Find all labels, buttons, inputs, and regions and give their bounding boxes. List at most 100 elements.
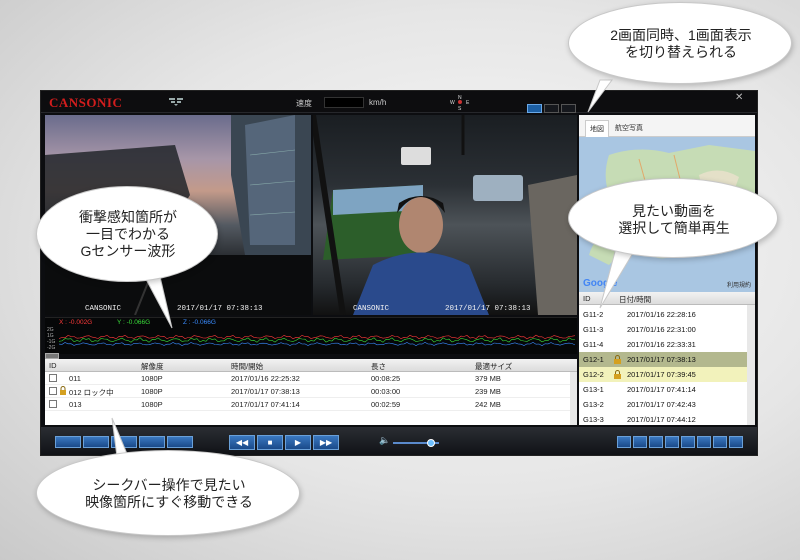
lock-icon [614,370,621,379]
tab-map[interactable]: 地図 [585,120,609,137]
trip-col-time[interactable]: 日付/時間 [619,294,651,305]
speed-label: 速度 [296,99,312,108]
snapshot-button[interactable] [83,436,109,448]
tool-button-1[interactable] [111,436,137,448]
trip-id: G11-4 [583,340,604,349]
rear-camera-scene [313,115,577,315]
tool-button-3[interactable] [167,436,193,448]
close-icon[interactable]: ✕ [735,92,743,103]
gear-icon[interactable] [729,436,743,448]
trip-id: G13-2 [583,400,604,409]
trip-time: 2017/01/17 07:41:14 [627,385,696,394]
compass-s: S [458,106,462,111]
cell-res: 1080P [141,400,163,409]
trip-col-id[interactable]: ID [583,294,591,303]
trip-row[interactable]: G13-3 2017/01/17 07:44:12 [579,412,747,427]
cell-id: 011 [69,374,81,383]
open-folder-button[interactable] [55,436,81,448]
settings-tool-7[interactable] [713,436,727,448]
file-list-header: ID 解像度 時間/開始 長さ 最適サイズ [45,359,577,372]
col-id[interactable]: ID [49,361,57,370]
trip-id: G11-2 [583,310,604,319]
trip-row[interactable]: G12-2 2017/01/17 07:39:45 [579,367,747,382]
title-bar: CANSONIC 速度 km/h N W E S ✕ [41,91,757,113]
cell-size: 242 MB [475,400,501,409]
trip-id: G13-1 [583,385,604,394]
rewind-button[interactable]: ◀◀ [229,435,255,450]
col-start[interactable]: 時間/開始 [231,361,263,372]
google-logo: Google [583,278,617,289]
cell-id: 012 ロック中 [69,388,114,397]
table-row[interactable]: 012 ロック中 1080P 2017/01/17 07:38:13 00:03:00… [45,385,570,398]
tab-satellite[interactable]: 航空写真 [611,120,647,136]
callout-view-switch-text: 2画面同時、1画面表示 を切り替えられる [610,27,752,60]
trip-list: ID 日付/時間 G11-2 2017/01/16 22:28:16 G11-3 20… [579,292,755,425]
g-sensor-waveform[interactable]: X : -0.002G Y : -0.066G Z : -0.066G 2G 1… [45,317,577,354]
row-checkbox[interactable] [49,374,57,382]
file-list-scrollbar[interactable] [570,372,577,425]
play-button[interactable]: ▶ [285,435,311,450]
trip-row[interactable]: G11-4 2017/01/16 22:33:31 [579,337,747,352]
wings-icon [169,98,183,106]
waveform-plot [59,334,575,346]
row-checkbox[interactable] [49,387,57,395]
trip-row[interactable]: G13-1 2017/01/17 07:41:14 [579,382,747,397]
col-size[interactable]: 最適サイズ [475,361,512,372]
speed-display [324,97,364,108]
trip-time: 2017/01/17 07:39:45 [627,370,696,379]
callout-seek-bar: シークバー操作で見たい 映像箇所にすぐ移動できる [36,450,300,536]
settings-tool-4[interactable] [665,436,679,448]
dual-view-button[interactable] [527,104,542,113]
table-row[interactable]: 011 1080P 2017/01/16 22:25:32 00:08:25 379 M… [45,372,570,385]
file-list: ID 解像度 時間/開始 長さ 最適サイズ 011 1080P 2017/01/16… [45,359,577,425]
col-length[interactable]: 長さ [371,361,386,372]
compass-e: E [466,100,470,106]
compass-w: W [450,100,455,106]
settings-tool-6[interactable] [697,436,711,448]
cell-length: 00:03:00 [371,387,401,396]
google-logo-text: Google [583,278,618,289]
cell-res: 1080P [141,387,163,396]
front-caption-time: 2017/01/17 07:38:13 [177,305,263,313]
table-row[interactable]: 013 1080P 2017/01/17 07:41:14 00:02:59 242 M… [45,398,570,411]
compass-icon: N W E S [450,95,470,111]
trip-time: 2017/01/16 22:28:16 [627,310,696,319]
trip-id: G11-3 [583,325,604,334]
trip-row[interactable]: G13-2 2017/01/17 07:42:43 [579,397,747,412]
trip-time: 2017/01/16 22:33:31 [627,340,696,349]
row-checkbox[interactable] [49,400,57,408]
trip-row[interactable]: G11-2 2017/01/16 22:28:16 [579,307,747,322]
speed-unit: km/h [369,98,387,107]
fast-forward-button[interactable]: ▶▶ [313,435,339,450]
callout-g-sensor-text: 衝撃感知箇所が 一目でわかる Gセンサー波形 [79,209,177,259]
callout-g-sensor: 衝撃感知箇所が 一目でわかる Gセンサー波形 [36,186,218,282]
trip-row[interactable]: G12-1 2017/01/17 07:38:13 [579,352,747,367]
settings-tool-2[interactable] [633,436,647,448]
rear-view-button[interactable] [561,104,576,113]
trip-time: 2017/01/16 22:31:00 [627,325,696,334]
trip-id: G12-2 [583,370,604,379]
settings-tool-3[interactable] [649,436,663,448]
map-terms-link[interactable]: 利用規約 [727,280,751,289]
trip-row[interactable]: G11-3 2017/01/16 22:31:00 [579,322,747,337]
map-tabs: 地図 航空写真 [579,115,755,137]
cell-res: 1080P [141,374,163,383]
callout-seek-bar-text: シークバー操作で見たい 映像箇所にすぐ移動できる [85,477,253,510]
volume-icon[interactable]: 🔈 [379,435,390,446]
cell-length: 00:08:25 [371,374,401,383]
settings-tool-5[interactable] [681,436,695,448]
tool-button-2[interactable] [139,436,165,448]
front-view-button[interactable] [544,104,559,113]
trip-id: G13-3 [583,415,604,424]
rear-camera-view[interactable]: CANSONIC 2017/01/17 07:38:13 [313,115,577,315]
waveform-line [59,337,575,343]
volume-slider-thumb[interactable] [426,439,435,447]
callout-view-switch: 2画面同時、1画面表示 を切り替えられる [568,2,792,84]
trip-list-scrollbar[interactable] [747,305,755,425]
stop-button[interactable]: ■ [257,435,283,450]
trip-time: 2017/01/17 07:42:43 [627,400,696,409]
front-caption-brand: CANSONIC [85,305,122,313]
col-resolution[interactable]: 解像度 [141,361,164,372]
cell-size: 379 MB [475,374,501,383]
settings-tool-1[interactable] [617,436,631,448]
